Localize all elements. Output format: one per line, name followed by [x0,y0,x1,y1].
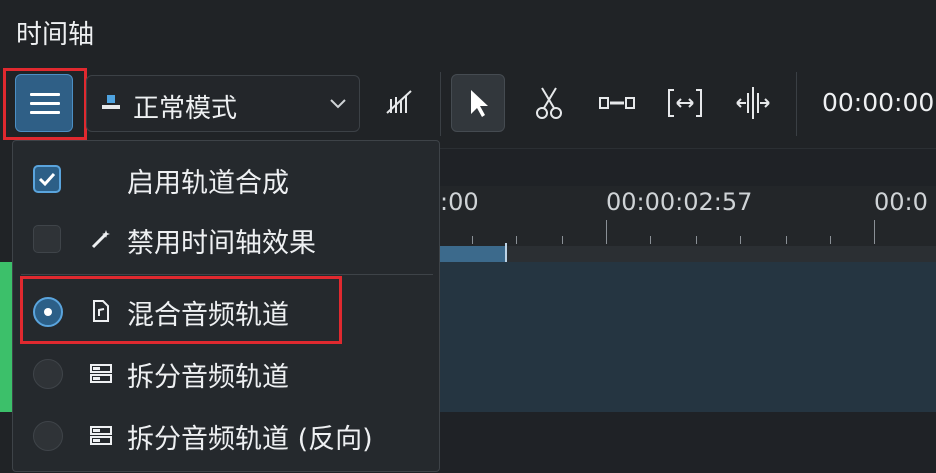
ruler-timecode: :00 [440,188,479,216]
playhead[interactable] [505,243,507,263]
timeline-empty-area [440,412,936,473]
razor-tool-button[interactable] [522,74,576,132]
toolbar-separator [796,72,797,136]
menu-item-label: 拆分音频轨道 [127,362,289,393]
timecode-display[interactable]: 00:00:00 [822,88,934,117]
ruler-minor-tick [740,236,741,244]
timeline-toolbar: 正常模式 00:00:00 [0,64,936,149]
chevron-down-icon [330,99,346,109]
razor-icon [536,87,562,119]
timeline-ruler[interactable]: :00 00:00:02:57 00:0 [440,186,936,246]
slip-tool-button[interactable] [658,74,712,132]
split-tracks-icon [90,426,112,445]
spacer-tool-button[interactable] [372,74,426,132]
edit-mode-combo[interactable]: 正常模式 [86,75,360,132]
radio-unselected[interactable] [33,421,63,451]
ripple-tool-button[interactable] [590,74,644,132]
ruler-minor-tick [830,236,831,244]
checkbox-checked[interactable] [33,165,61,193]
ruler-timecode: 00:00:02:57 [606,188,753,216]
menu-item-label: 拆分音频轨道 (反向) [127,424,373,455]
radio-unselected[interactable] [33,359,63,389]
ruler-minor-tick [516,236,517,244]
ripple-icon [599,97,635,109]
audio-track-lane[interactable] [440,262,936,412]
slide-icon [736,87,770,119]
panel-title: 时间轴 [16,20,95,50]
menu-item-disable-timeline-effects[interactable]: 禁用时间轴效果 [13,209,439,269]
menu-item-split-audio-tracks[interactable]: 拆分音频轨道 [13,343,439,403]
select-icon [471,90,488,117]
magic-wand-icon [91,230,110,249]
checkmark-icon [38,172,56,187]
menu-item-enable-track-compositing[interactable]: 启用轨道合成 [13,149,439,209]
menu-item-label: 启用轨道合成 [127,168,289,199]
ruler-minor-tick [786,236,787,244]
ruler-major-tick [874,220,875,244]
ruler-major-tick [606,220,607,244]
ruler-timecode: 00:0 [874,188,928,216]
ruler-minor-tick [696,236,697,244]
slide-tool-button[interactable] [726,74,780,132]
menu-item-label: 禁用时间轴效果 [127,228,316,259]
ruler-minor-tick [472,236,473,244]
edit-mode-value: 正常模式 [133,94,238,124]
title-bar: 时间轴 [0,0,936,64]
menu-item-split-audio-tracks-reversed[interactable]: 拆分音频轨道 (反向) [13,405,439,465]
slip-icon [668,89,702,117]
menu-item-highlight [20,276,342,344]
zone-bar[interactable] [506,246,936,262]
menu-separator [21,274,433,275]
ruler-minor-tick [562,236,563,244]
normal-mode-icon [102,95,120,109]
spacer-icon [386,90,412,114]
toolbar-separator [440,72,441,136]
ruler-minor-tick [650,236,651,244]
menu-button-highlight [3,68,87,140]
split-tracks-icon [90,364,112,383]
select-tool-button[interactable] [451,74,505,132]
checkbox-unchecked[interactable] [33,225,61,253]
play-zone[interactable] [440,246,506,262]
